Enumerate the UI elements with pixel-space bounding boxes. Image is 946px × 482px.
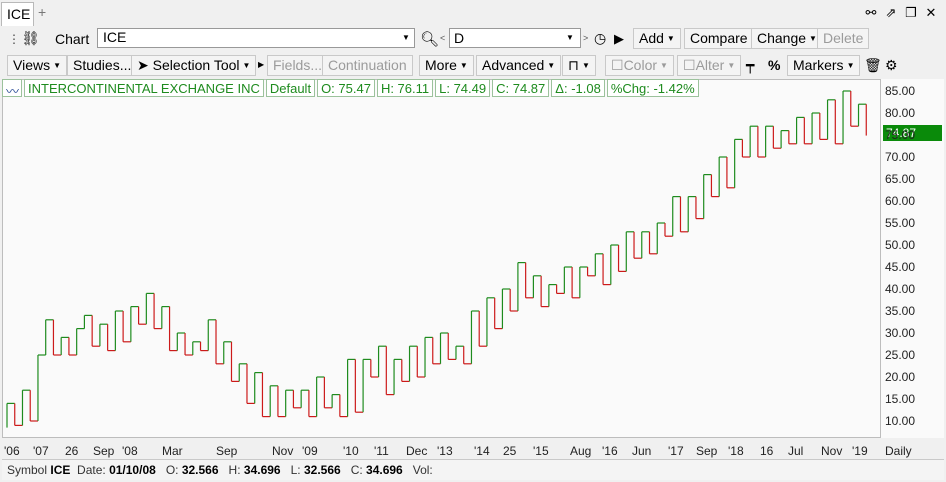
legend-low: L: 74.49 (435, 79, 491, 97)
x-tick-label: 25 (503, 444, 517, 458)
y-tick-label: 25.00 (885, 348, 916, 362)
x-tick-label: Dec (406, 444, 428, 458)
x-tick-label: Nov (821, 444, 843, 458)
kagi-chart (6, 90, 867, 428)
x-tick-label: Sep (696, 444, 718, 458)
y-tick-label: 85.00 (885, 84, 916, 98)
legend-pct-change: %Chg: -1.42% (606, 79, 699, 97)
x-tick-label: '10 (343, 444, 359, 458)
x-tick-label: '06 (4, 444, 20, 458)
y-tick-label: 30.00 (885, 326, 916, 340)
x-tick-label: '09 (302, 444, 318, 458)
y-tick-label: 70.00 (885, 150, 916, 164)
x-tick-label: '17 (668, 444, 684, 458)
chart-legend: 〰 INTERCONTINENTAL EXCHANGE INC Default … (2, 79, 701, 99)
legend-high: H: 76.11 (376, 79, 434, 97)
x-tick-label: '11 (374, 444, 389, 458)
y-tick-label: 45.00 (885, 260, 916, 274)
legend-open: O: 75.47 (317, 79, 375, 97)
y-tick-label: 15.00 (885, 392, 916, 406)
status-close: 34.696 (366, 463, 403, 477)
y-tick-label: 80.00 (885, 106, 916, 120)
x-tick-label: Jul (788, 444, 804, 458)
x-tick-label: '18 (728, 444, 744, 458)
status-symbol: ICE (50, 463, 71, 477)
y-tick-label: 55.00 (885, 216, 916, 230)
y-tick-label: 65.00 (885, 172, 916, 186)
x-tick-label: Sep (93, 444, 115, 458)
x-tick-label: Nov (272, 444, 294, 458)
x-tick-label: '14 (474, 444, 490, 458)
legend-change: Δ: -1.08 (551, 79, 605, 97)
legend-close: C: 74.87 (492, 79, 550, 97)
status-open: 32.566 (181, 463, 219, 477)
x-tick-label: Mar (162, 444, 183, 458)
x-tick-label: '13 (437, 444, 453, 458)
x-tick-label: '19 (852, 444, 868, 458)
y-tick-label: 35.00 (885, 304, 916, 318)
status-date: 01/10/08 (109, 463, 156, 477)
legend-template[interactable]: Default (265, 79, 316, 97)
y-tick-label: 40.00 (885, 282, 916, 296)
status-bar: Symbol ICE Date: 01/10/08 O: 32.566 H: 3… (2, 459, 944, 480)
x-tick-label: 26 (65, 444, 79, 458)
line-chart-icon[interactable]: 〰 (2, 79, 22, 99)
x-tick-label: Aug (570, 444, 592, 458)
y-tick-label: 50.00 (885, 238, 916, 252)
y-tick-label: 20.00 (885, 370, 916, 384)
x-tick-label: 16 (760, 444, 774, 458)
status-low: 32.566 (303, 463, 341, 477)
x-tick-label: '16 (602, 444, 618, 458)
y-tick-label: 60.00 (885, 194, 916, 208)
legend-name[interactable]: INTERCONTINENTAL EXCHANGE INC (24, 79, 264, 97)
y-tick-label: 10.00 (885, 414, 916, 428)
x-tick-label: Sep (216, 444, 238, 458)
x-tick-label: '15 (533, 444, 549, 458)
x-tick-label: '08 (122, 444, 138, 458)
period-label: Daily (885, 444, 912, 458)
y-tick-label: 75.00 (885, 128, 916, 142)
x-tick-label: Jun (632, 444, 652, 458)
status-high: 34.696 (243, 463, 281, 477)
x-tick-label: '07 (33, 444, 49, 458)
